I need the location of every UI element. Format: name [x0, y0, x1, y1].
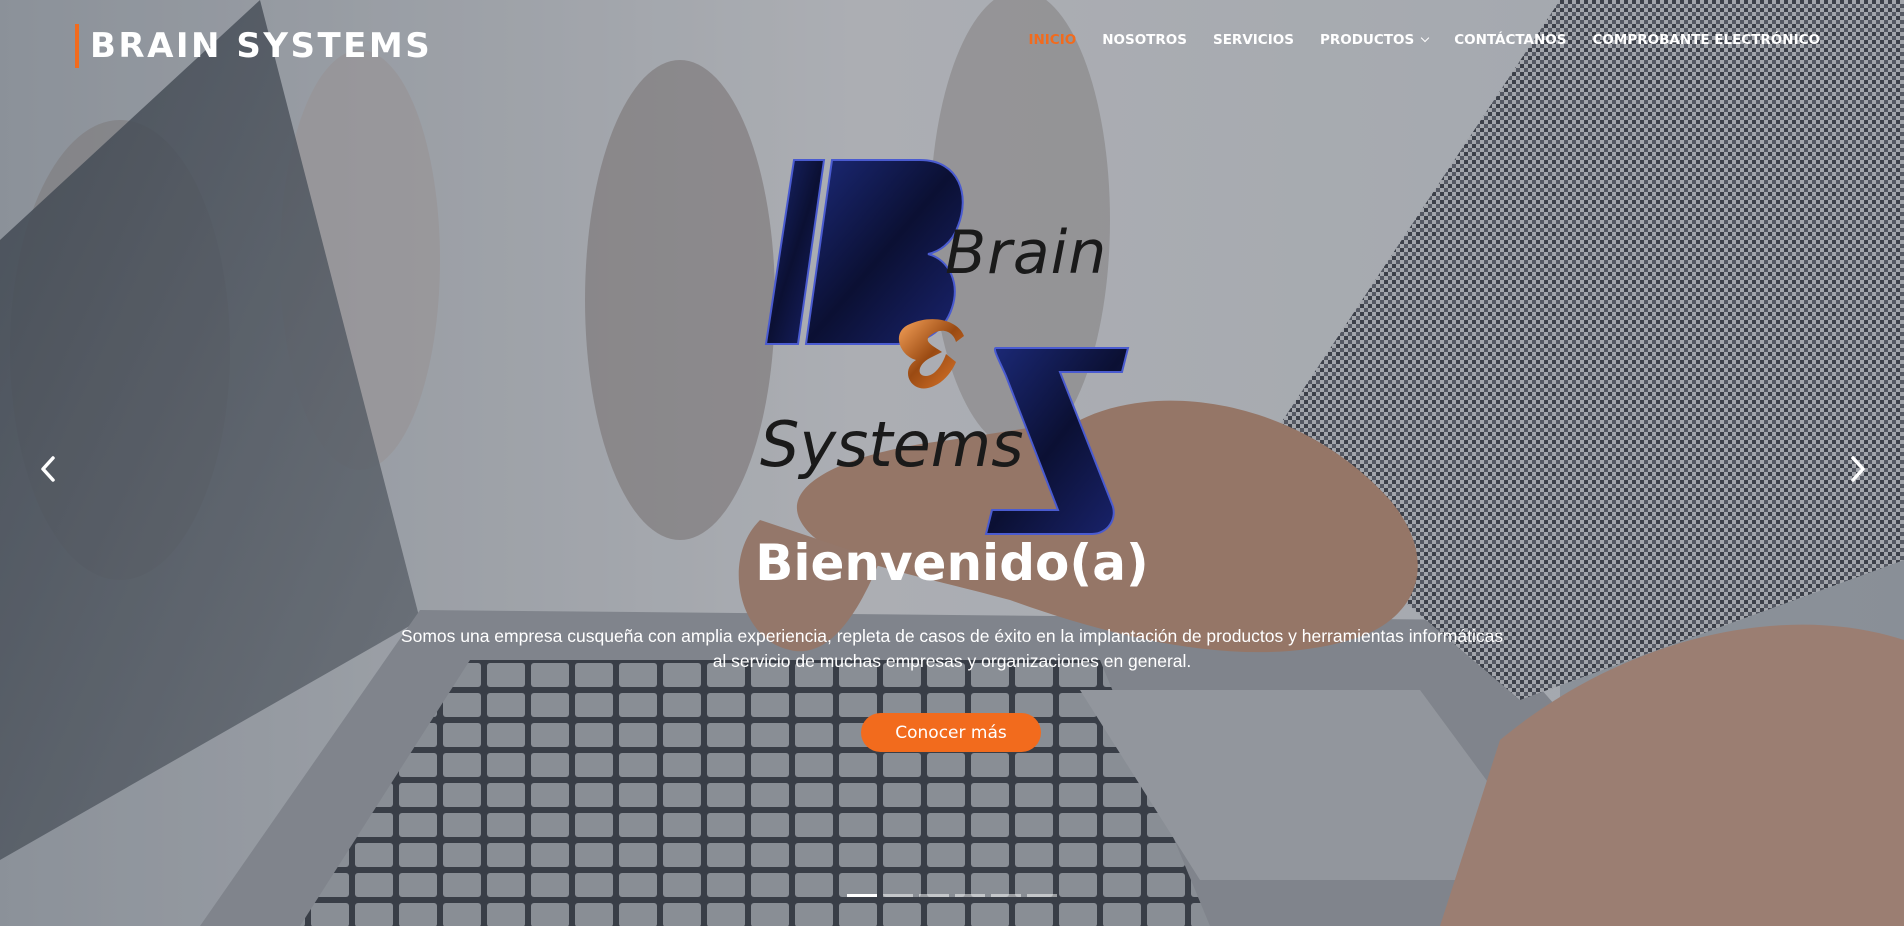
slide-indicator-1[interactable]: [847, 894, 877, 897]
nav-item-productos[interactable]: PRODUCTOS: [1319, 32, 1430, 48]
main-nav: INICIO NOSOTROS SERVICIOS PRODUCTOS CONT…: [1002, 32, 1820, 48]
chevron-right-icon: [1851, 456, 1865, 482]
slider-next-button[interactable]: [1842, 454, 1872, 484]
nav-item-servicios[interactable]: SERVICIOS: [1213, 32, 1294, 48]
slide-indicator-6[interactable]: [1027, 894, 1057, 897]
nav-item-inicio[interactable]: INICIO: [1028, 32, 1076, 48]
nav-item-productos-label: PRODUCTOS: [1319, 32, 1415, 48]
hero-title: Bienvenido(a): [755, 534, 1149, 592]
chevron-left-icon: [41, 456, 55, 482]
brand-accent-bar: [75, 24, 79, 68]
brain-systems-emblem: [764, 159, 1130, 535]
logo-word-systems: Systems: [760, 408, 1024, 481]
slide-indicators: [847, 894, 1063, 897]
nav-item-nosotros[interactable]: NOSOTROS: [1102, 32, 1187, 48]
slide-indicator-5[interactable]: [991, 894, 1021, 897]
hero-description: Somos una empresa cusqueña con amplia ex…: [400, 626, 1504, 671]
brand-logo[interactable]: BRAIN SYSTEMS: [75, 24, 432, 68]
hero-slider: BRAIN SYSTEMS INICIO NOSOTROS SERVICIOS …: [0, 0, 1904, 926]
chevron-down-icon: [1420, 33, 1430, 43]
nav-item-contactanos[interactable]: CONTÁCTANOS: [1454, 32, 1566, 48]
logo-word-brain: Brain: [945, 218, 1108, 288]
nav-item-comprobante-electronico[interactable]: COMPROBANTE ELECTRÓNICO: [1593, 32, 1821, 48]
brain-systems-logo: Brain Systems: [760, 156, 1140, 542]
slider-prev-button[interactable]: [34, 454, 64, 484]
slide-indicator-3[interactable]: [919, 894, 949, 897]
slide-indicator-2[interactable]: [883, 894, 913, 897]
slide-indicator-4[interactable]: [955, 894, 985, 897]
conocer-mas-button[interactable]: Conocer más: [861, 713, 1041, 752]
brand-name: BRAIN SYSTEMS: [90, 26, 433, 66]
